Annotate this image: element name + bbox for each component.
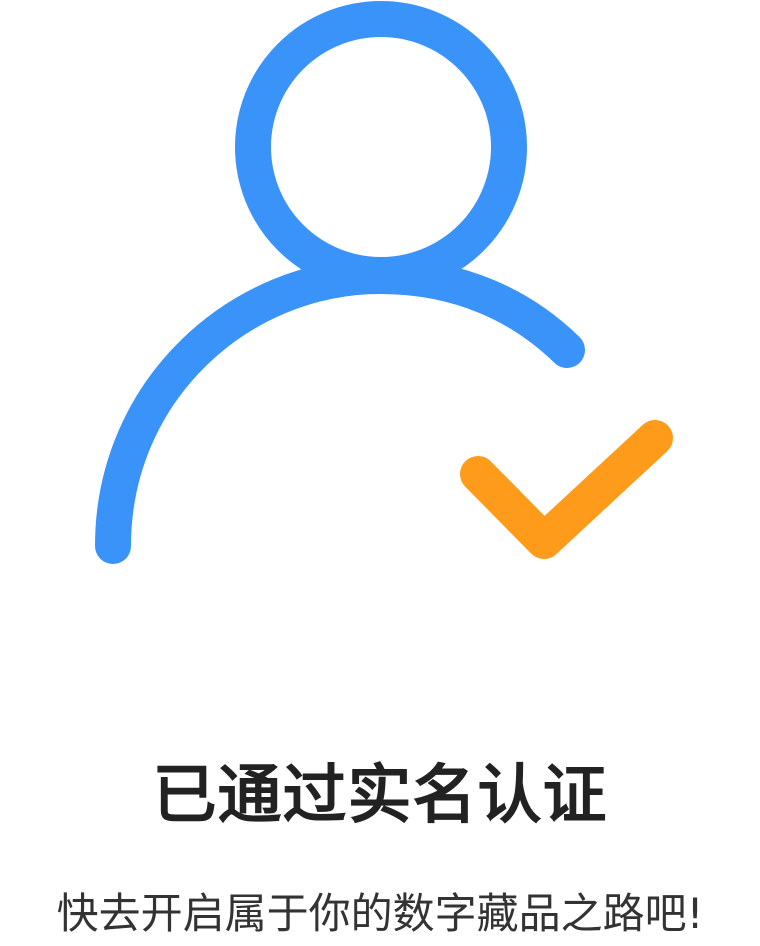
verification-status-subtitle: 快去开启属于你的数字藏品之路吧! [56,889,704,938]
verification-status-title: 已通过实名认证 [152,759,608,833]
checkmark-icon [460,420,673,559]
user-icon [95,1,585,564]
verified-user-icon [95,1,673,564]
user-head [235,1,527,293]
